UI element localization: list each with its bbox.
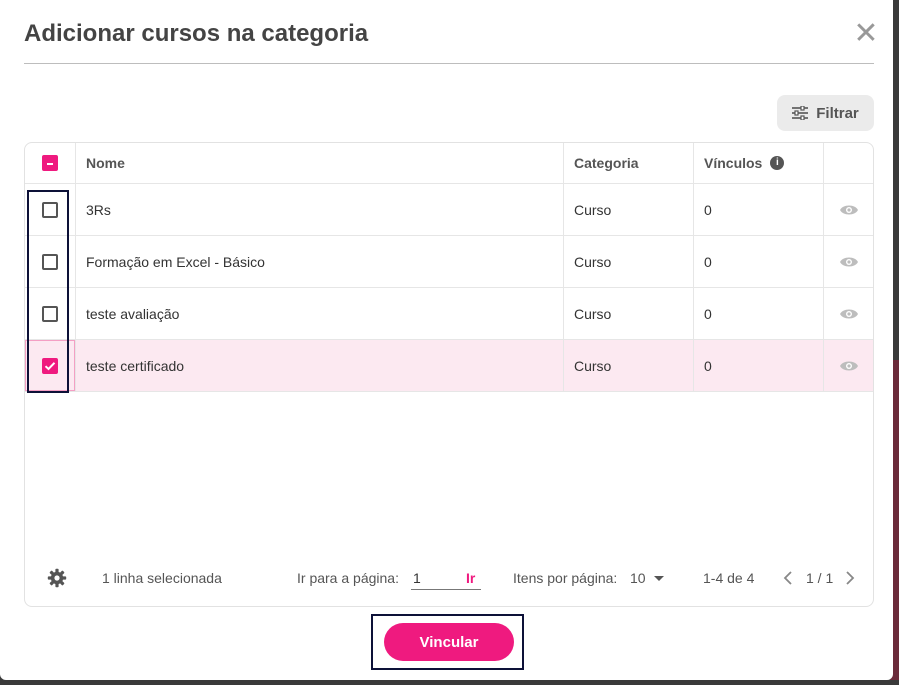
- course-links: 0: [693, 236, 823, 287]
- column-header-links-label: Vínculos: [704, 155, 763, 171]
- row-checkbox[interactable]: [42, 253, 58, 270]
- row-checkbox[interactable]: [42, 305, 58, 322]
- table-footer: 1 linha selecionada Ir para a página: Ir…: [25, 559, 873, 597]
- close-icon[interactable]: ✕: [852, 18, 880, 50]
- course-category: Curso: [563, 236, 693, 287]
- column-header-actions: [823, 143, 873, 183]
- course-name: 3Rs: [75, 184, 563, 235]
- filter-button[interactable]: Filtrar: [777, 95, 874, 131]
- eye-icon[interactable]: [823, 236, 873, 287]
- dialog-title: Adicionar cursos na categoria: [24, 20, 369, 47]
- title-divider: [24, 63, 874, 64]
- items-per-page-value: 10: [630, 570, 646, 586]
- chevron-left-icon[interactable]: [782, 559, 794, 597]
- course-category: Curso: [563, 288, 693, 339]
- row-check-cell: [25, 340, 75, 391]
- eye-icon[interactable]: [823, 184, 873, 235]
- course-name: Formação em Excel - Básico: [75, 236, 563, 287]
- course-category: Curso: [563, 184, 693, 235]
- page-indicator: 1 / 1: [806, 570, 834, 586]
- row-check-cell: [25, 236, 75, 287]
- chevron-right-icon[interactable]: [844, 559, 856, 597]
- column-header-category[interactable]: Categoria: [563, 143, 693, 183]
- eye-icon[interactable]: [823, 288, 873, 339]
- course-links: 0: [693, 288, 823, 339]
- filter-label: Filtrar: [816, 104, 859, 122]
- table-row[interactable]: Formação em Excel - Básico Curso 0: [25, 236, 873, 288]
- eye-icon[interactable]: [823, 340, 873, 391]
- course-category: Curso: [563, 340, 693, 391]
- range-text: 1-4 de 4: [703, 570, 755, 586]
- table-header: Nome Categoria Vínculos i: [25, 143, 873, 184]
- course-name: teste avaliação: [75, 288, 563, 339]
- items-per-page-select[interactable]: 10: [630, 559, 666, 597]
- header-check-cell: [25, 143, 75, 183]
- goto-page-label: Ir para a página:: [297, 570, 399, 586]
- table-row[interactable]: teste avaliação Curso 0: [25, 288, 873, 340]
- course-links: 0: [693, 184, 823, 235]
- row-checkbox[interactable]: [42, 201, 58, 218]
- course-links: 0: [693, 340, 823, 391]
- checkmark-icon: [44, 361, 56, 370]
- row-check-cell: [25, 288, 75, 339]
- table-row[interactable]: 3Rs Curso 0: [25, 184, 873, 236]
- chevron-down-icon: [653, 576, 664, 581]
- settings-gear-icon[interactable]: [47, 559, 67, 597]
- info-icon[interactable]: i: [770, 156, 785, 170]
- courses-table: Nome Categoria Vínculos i 3Rs Curso 0 Fo…: [24, 142, 874, 607]
- items-per-page-label: Itens por página:: [513, 570, 618, 586]
- selection-count: 1 linha selecionada: [102, 570, 222, 586]
- filter-icon: [792, 106, 809, 120]
- goto-page-button[interactable]: Ir: [466, 559, 475, 597]
- table-row[interactable]: teste certificado Curso 0: [25, 340, 873, 392]
- link-courses-button[interactable]: Vincular: [384, 623, 514, 661]
- column-header-links[interactable]: Vínculos i: [693, 143, 823, 183]
- select-all-checkbox[interactable]: [42, 155, 58, 171]
- add-courses-dialog: Adicionar cursos na categoria ✕ Filtrar …: [0, 0, 893, 680]
- row-checkbox[interactable]: [42, 357, 58, 374]
- course-name: teste certificado: [75, 340, 563, 391]
- row-check-cell: [25, 184, 75, 235]
- column-header-name[interactable]: Nome: [75, 143, 563, 183]
